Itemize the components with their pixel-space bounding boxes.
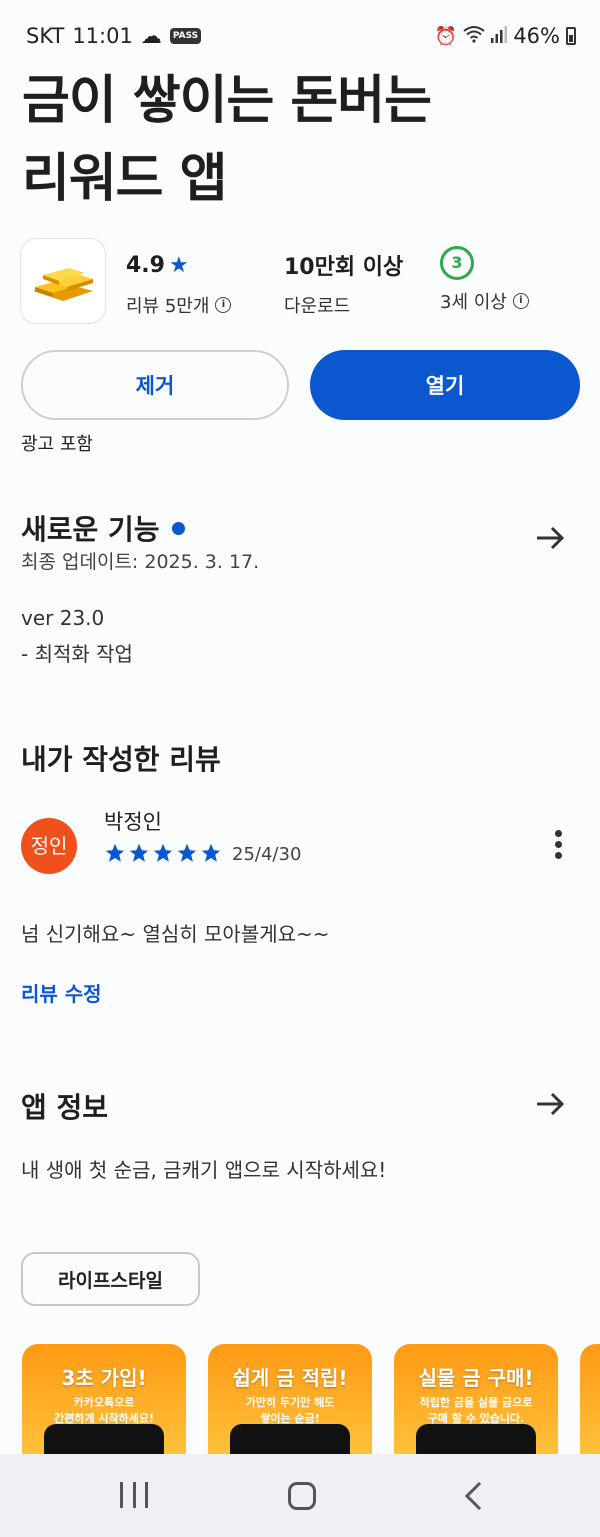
review-text: 넘 신기해요~ 열심히 모아볼게요~~ <box>21 922 330 946</box>
star-icon <box>177 843 197 862</box>
battery-icon <box>566 27 576 45</box>
gold-bars-icon <box>33 268 93 301</box>
avatar: 정인 <box>21 818 77 874</box>
star-icon <box>153 843 173 862</box>
whats-new-section[interactable]: 새로운 기능 <box>21 508 185 548</box>
carrier-label: SKT <box>26 24 65 48</box>
category-chip[interactable]: 라이프스타일 <box>21 1252 200 1306</box>
arrow-right-icon[interactable] <box>534 1088 566 1120</box>
screenshot-heading: 3초 가입! <box>61 1366 147 1390</box>
pass-badge: PASS <box>169 28 202 44</box>
screenshot-caption-line1: 적립한 금을 실물 금으로 <box>419 1396 533 1409</box>
info-icon[interactable]: i <box>512 293 529 309</box>
screenshot-heading: 실물 금 구매! <box>418 1366 534 1390</box>
screenshot-caption-line1: 카카오톡으로 <box>73 1396 135 1409</box>
downloads-stat: 10만회 이상 다운로드 <box>284 250 403 318</box>
cloud-icon: ☁ <box>140 24 162 48</box>
open-button[interactable]: 열기 <box>310 350 580 420</box>
age-rating-stat[interactable]: 3 3세 이상 i <box>440 246 529 314</box>
last-updated-label: 최종 업데이트: 2025. 3. 17. <box>21 551 260 573</box>
star-icon: ★ <box>168 252 189 278</box>
review-date: 25/4/30 <box>232 844 302 865</box>
release-notes: ver 23.0 - 최적화 작업 <box>21 600 133 672</box>
review-author: 박정인 <box>104 810 162 834</box>
arrow-right-icon[interactable] <box>534 522 566 554</box>
star-icon <box>129 843 149 862</box>
star-icon <box>201 843 221 862</box>
screenshot-caption-line1: 가만히 두기만 해도 <box>245 1396 335 1409</box>
app-title: 금이 쌓이는 돈버는 리워드 앱 <box>22 62 432 218</box>
alarm-icon: ⏰ <box>434 25 458 47</box>
recents-icon[interactable] <box>120 1482 148 1508</box>
rating-label: 리뷰 5만개 <box>126 296 210 317</box>
new-indicator-dot <box>171 522 185 535</box>
wifi-icon <box>463 24 485 48</box>
release-notes-text: - 최적화 작업 <box>21 642 133 666</box>
home-icon[interactable] <box>288 1482 316 1510</box>
uninstall-button[interactable]: 제거 <box>21 350 289 420</box>
app-icon <box>20 238 106 324</box>
screenshot-heading: 쉽게 금 적립! <box>232 1366 348 1390</box>
system-navigation-bar <box>0 1454 600 1537</box>
whats-new-title: 새로운 기능 <box>21 513 160 546</box>
contains-ads-label: 광고 포함 <box>21 434 93 455</box>
back-icon[interactable] <box>460 1480 490 1512</box>
app-title-line1: 금이 쌓이는 돈버는 <box>22 71 432 131</box>
age-rating-badge: 3 <box>440 246 474 280</box>
my-review-title: 내가 작성한 리뷰 <box>21 743 221 776</box>
more-options-icon[interactable] <box>552 830 564 862</box>
battery-label: 46% <box>513 24 560 48</box>
signal-icon <box>491 24 508 48</box>
version-label: ver 23.0 <box>21 606 105 630</box>
app-title-line2: 리워드 앱 <box>22 149 227 209</box>
about-description: 내 생애 첫 순금, 금캐기 앱으로 시작하세요! <box>21 1158 387 1182</box>
info-icon[interactable]: i <box>215 297 232 313</box>
star-icon <box>105 843 125 862</box>
downloads-label: 다운로드 <box>284 296 351 317</box>
time-label: 11:01 <box>72 24 133 48</box>
rating-value: 4.9 <box>126 252 165 278</box>
age-rating-label: 3세 이상 <box>440 292 507 313</box>
edit-review-link[interactable]: 리뷰 수정 <box>21 978 102 1007</box>
review-stars <box>104 842 222 864</box>
about-app-title[interactable]: 앱 정보 <box>21 1086 108 1126</box>
rating-stat[interactable]: 4.9 ★ 리뷰 5만개 i <box>126 250 232 318</box>
downloads-value: 10만회 이상 <box>284 255 404 280</box>
